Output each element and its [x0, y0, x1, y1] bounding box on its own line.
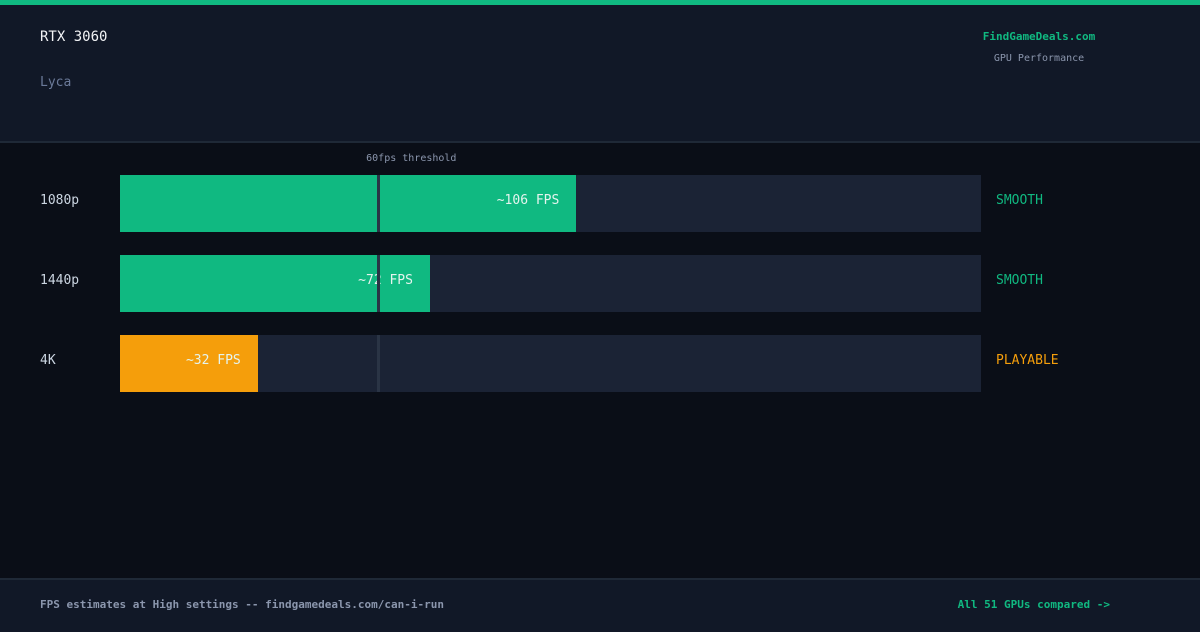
- threshold-marker: [376, 255, 380, 312]
- brand-subtitle: GPU Performance: [993, 53, 1085, 64]
- resolution-label: 1440p: [40, 273, 80, 288]
- bar-track: ~106 FPS: [120, 175, 981, 232]
- chart-row-1440p: 1440p ~72 FPS SMOOTH: [0, 255, 1200, 312]
- threshold-marker: [376, 335, 380, 392]
- chart-row-1080p: 1080p ~106 FPS SMOOTH: [0, 175, 1200, 232]
- all-gpus-link[interactable]: All 51 GPUs compared ->: [958, 598, 1110, 611]
- status-label: SMOOTH: [996, 193, 1043, 208]
- fps-value-label: ~106 FPS: [496, 193, 560, 208]
- chart-row-4k: 4K ~32 FPS PLAYABLE: [0, 335, 1200, 392]
- game-name: Lyca: [40, 75, 72, 90]
- bar-track: ~72 FPS: [120, 255, 981, 312]
- brand-link[interactable]: FindGameDeals.com: [940, 30, 1138, 43]
- gpu-title: RTX 3060: [40, 29, 108, 45]
- footer-note: FPS estimates at High settings -- findga…: [40, 598, 444, 611]
- threshold-label: 60fps threshold: [366, 153, 457, 164]
- status-label: SMOOTH: [996, 273, 1043, 288]
- footer: FPS estimates at High settings -- findga…: [0, 578, 1200, 632]
- fps-value-label: ~72 FPS: [358, 273, 413, 288]
- resolution-label: 4K: [40, 353, 56, 368]
- bar-track: ~32 FPS: [120, 335, 981, 392]
- header: RTX 3060 Lyca FindGameDeals.com GPU Perf…: [0, 5, 1200, 143]
- threshold-marker: [376, 175, 380, 232]
- fps-value-label: ~32 FPS: [185, 353, 241, 368]
- status-label: PLAYABLE: [996, 353, 1059, 368]
- resolution-label: 1080p: [40, 193, 80, 208]
